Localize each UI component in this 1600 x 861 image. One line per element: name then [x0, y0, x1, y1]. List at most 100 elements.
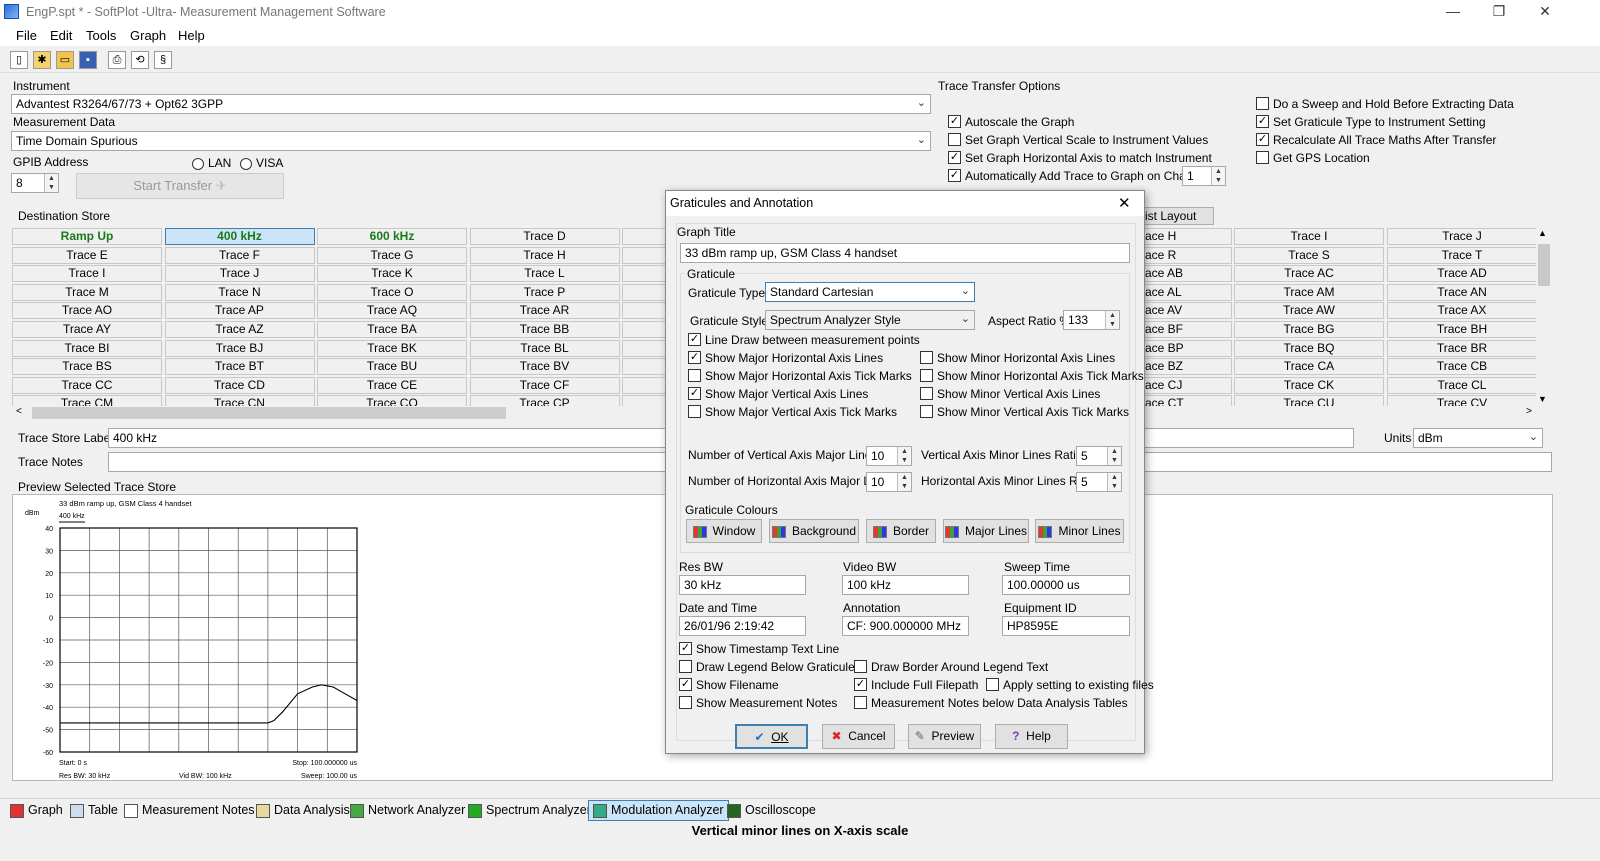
trace-store-cell[interactable]: Trace H — [469, 246, 620, 264]
trace-grid-vscroll[interactable]: ▲ ▼ — [1536, 228, 1552, 406]
colour-minor-lines-button[interactable]: Minor Lines — [1035, 519, 1124, 543]
trace-store-cell[interactable]: 400 kHz — [164, 228, 315, 245]
scroll-thumb[interactable] — [1538, 244, 1550, 286]
trace-store-cell[interactable]: Trace CL — [1387, 376, 1536, 394]
graticule-style-select[interactable]: Spectrum Analyzer Style ⌄ — [765, 310, 975, 330]
help-button[interactable]: ? Help — [995, 724, 1068, 749]
trace-store-cell[interactable]: 600 kHz — [317, 228, 467, 245]
gpib-address-spinner[interactable]: 8 ▲ ▼ — [11, 173, 59, 193]
check-apply-existing[interactable]: Apply setting to existing files — [986, 678, 1154, 694]
ok-button[interactable]: ✔ OK — [735, 724, 808, 749]
trace-store-cell[interactable]: Trace E — [12, 246, 162, 264]
trace-store-cell[interactable]: Trace BJ — [164, 339, 315, 357]
trace-store-cell[interactable]: Trace L — [469, 265, 620, 283]
trace-store-cell[interactable]: Trace AR — [469, 302, 620, 320]
trace-store-cell[interactable]: Trace CN — [164, 395, 315, 406]
option-graticule-type[interactable]: ✓ Set Graticule Type to Instrument Settin… — [1256, 115, 1514, 131]
trace-store-cell[interactable]: Trace CA — [1234, 358, 1384, 376]
tab-network-analyzer[interactable]: Network Analyzer — [350, 803, 465, 818]
measurement-data-select[interactable]: Time Domain Spurious ⌄ — [11, 131, 931, 151]
check-major-vert-lines[interactable]: ✓ Show Major Vertical Axis Lines — [688, 387, 920, 403]
dialog-close-icon[interactable]: ✕ — [1118, 194, 1131, 212]
trace-store-cell[interactable]: Trace BG — [1234, 321, 1384, 338]
trace-store-cell[interactable]: Trace AZ — [164, 321, 315, 338]
trace-store-cell[interactable]: Trace P — [469, 283, 620, 301]
trace-store-cell[interactable]: Trace O — [317, 283, 467, 301]
graph-title-input[interactable]: 33 dBm ramp up, GSM Class 4 handset — [680, 243, 1130, 263]
trace-store-cell[interactable]: Trace AX — [1387, 302, 1536, 320]
trace-store-cell[interactable]: Trace J — [1387, 228, 1536, 245]
lan-radio[interactable]: LAN — [192, 156, 231, 170]
open-folder-icon[interactable]: ▭ — [56, 51, 74, 69]
res-bw-input[interactable]: 30 kHz — [679, 575, 806, 595]
trace-store-cell[interactable]: Trace CV — [1387, 395, 1536, 406]
tab-measurement-notes[interactable]: Measurement Notes — [124, 803, 255, 818]
trace-store-cell[interactable]: Trace N — [164, 283, 315, 301]
check-show-filename[interactable]: ✓ Show Filename — [679, 678, 779, 694]
refresh-icon[interactable]: ⟲ — [131, 51, 149, 69]
scroll-up-icon[interactable]: ▲ — [1538, 228, 1547, 238]
trace-store-cell[interactable]: Trace I — [1234, 228, 1384, 245]
trace-store-cell[interactable]: Trace K — [317, 265, 467, 283]
spinner-arrows-icon[interactable]: ▲ ▼ — [897, 447, 911, 465]
aspect-ratio-spinner[interactable]: 133 ▲ ▼ — [1063, 310, 1120, 330]
tab-graph[interactable]: Graph — [10, 803, 63, 818]
channel-spinner[interactable]: 1 ▲ ▼ — [1182, 166, 1226, 186]
spinner-arrows-icon[interactable]: ▲ ▼ — [1107, 447, 1121, 465]
option-auto-add-trace[interactable]: ✓ Automatically Add Trace to Graph on Cha… — [948, 169, 1212, 185]
close-window-button[interactable]: ✕ — [1522, 0, 1568, 24]
trace-store-cell[interactable]: Trace CF — [469, 376, 620, 394]
instrument-select[interactable]: Advantest R3264/67/73 + Opt62 3GPP ⌄ — [11, 94, 931, 114]
trace-store-cell[interactable]: Trace M — [12, 283, 162, 301]
scroll-left-icon[interactable]: < — [16, 406, 22, 417]
trace-store-cell[interactable]: Trace CM — [12, 395, 162, 406]
spinner-arrows-icon[interactable]: ▲ ▼ — [44, 174, 58, 192]
option-gps[interactable]: Get GPS Location — [1256, 151, 1514, 167]
spinner-arrows-icon[interactable]: ▲ ▼ — [1211, 167, 1225, 185]
sweep-time-input[interactable]: 100.00000 us — [1002, 575, 1130, 595]
minimize-button[interactable]: — — [1430, 0, 1476, 24]
trace-store-cell[interactable]: Trace S — [1234, 246, 1384, 264]
save-icon[interactable]: ▪ — [79, 51, 97, 69]
option-autoscale[interactable]: ✓ Autoscale the Graph — [948, 115, 1212, 131]
print-icon[interactable]: ⎙ — [108, 51, 126, 69]
check-major-horiz-lines[interactable]: ✓ Show Major Horizontal Axis Lines — [688, 351, 920, 367]
date-time-input[interactable]: 26/01/96 2:19:42 — [679, 616, 806, 636]
visa-radio[interactable]: VISA — [240, 156, 283, 170]
vert-minor-ratio-spinner[interactable]: 5 ▲ ▼ — [1076, 446, 1122, 466]
trace-store-cell[interactable]: Trace CK — [1234, 376, 1384, 394]
horiz-minor-ratio-spinner[interactable]: 5 ▲ ▼ — [1076, 472, 1122, 492]
trace-store-cell[interactable]: Trace AQ — [317, 302, 467, 320]
menu-edit[interactable]: Edit — [50, 28, 72, 43]
check-full-filepath[interactable]: ✓ Include Full Filepath — [854, 678, 978, 694]
scroll-thumb[interactable] — [32, 407, 506, 419]
spinner-arrows-icon[interactable]: ▲ ▼ — [897, 473, 911, 491]
spinner-arrows-icon[interactable]: ▲ ▼ — [1105, 311, 1119, 329]
menu-graph[interactable]: Graph — [130, 28, 166, 43]
trace-store-cell[interactable]: Trace BV — [469, 358, 620, 376]
video-bw-input[interactable]: 100 kHz — [842, 575, 969, 595]
trace-store-cell[interactable]: Trace CE — [317, 376, 467, 394]
units-select[interactable]: dBm ⌄ — [1413, 428, 1543, 448]
trace-store-cell[interactable]: Trace BH — [1387, 321, 1536, 338]
trace-store-cell[interactable]: Trace BS — [12, 358, 162, 376]
equipment-id-input[interactable]: HP8595E — [1002, 616, 1130, 636]
trace-store-cell[interactable]: Trace AM — [1234, 283, 1384, 301]
script-icon[interactable]: § — [154, 51, 172, 69]
tab-spectrum-analyzer[interactable]: Spectrum Analyzer — [468, 803, 591, 818]
option-horizontal-axis[interactable]: ✓ Set Graph Horizontal Axis to match Inst… — [948, 151, 1212, 167]
trace-store-cell[interactable]: Trace J — [164, 265, 315, 283]
colour-window-button[interactable]: Window — [686, 519, 762, 543]
menu-file[interactable]: File — [16, 28, 37, 43]
colour-background-button[interactable]: Background — [769, 519, 859, 543]
trace-store-cell[interactable]: Trace CP — [469, 395, 620, 406]
wizard-icon[interactable]: ✱ — [33, 51, 51, 69]
annotation-input[interactable]: CF: 900.000000 MHz — [842, 616, 969, 636]
trace-store-cell[interactable]: Trace BI — [12, 339, 162, 357]
tab-table[interactable]: Table — [70, 803, 118, 818]
trace-store-cell[interactable]: Trace G — [317, 246, 467, 264]
trace-store-cell[interactable]: Trace BL — [469, 339, 620, 357]
tab-data-analysis[interactable]: Data Analysis — [256, 803, 350, 818]
check-minor-horiz-lines[interactable]: Show Minor Horizontal Axis Lines — [920, 351, 1144, 367]
trace-store-cell[interactable]: Trace T — [1387, 246, 1536, 264]
